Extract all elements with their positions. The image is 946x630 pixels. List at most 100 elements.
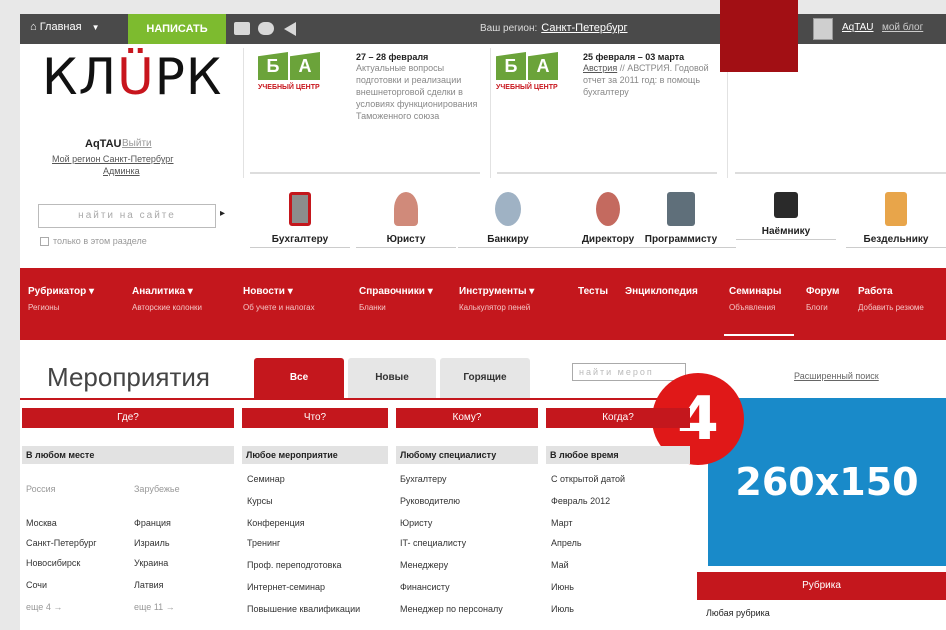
nav-selected-underline xyxy=(724,334,794,336)
search-submit-icon[interactable]: ▸ xyxy=(220,208,225,219)
promo-logo[interactable]: БА УЧЕБНЫЙ ЦЕНТР xyxy=(496,52,564,102)
tab-new[interactable]: Новые xyxy=(348,358,436,398)
list-item[interactable]: Проф. переподготовка xyxy=(247,560,342,570)
more-link[interactable]: еще 11 → xyxy=(134,602,175,612)
category-mercenary[interactable]: Наёмнику xyxy=(736,192,836,240)
nav-item-jobs[interactable]: Работа Добавить резюме xyxy=(858,286,924,312)
checkbox-label: только в этом разделе xyxy=(53,236,147,246)
site-search-input[interactable]: найти на сайте xyxy=(38,204,216,228)
advanced-search-link[interactable]: Расширенный поиск xyxy=(794,371,879,381)
avatar[interactable] xyxy=(813,18,833,40)
list-item[interactable]: Менеджер по персоналу xyxy=(400,604,503,614)
logo-clip-icon: Ü xyxy=(117,48,155,106)
nav-item-tests[interactable]: Тесты xyxy=(578,286,608,297)
chat-icon[interactable] xyxy=(258,22,274,35)
where-abroad[interactable]: Зарубежье xyxy=(134,484,180,494)
category-banker[interactable]: Банкиру xyxy=(458,192,558,248)
when-any[interactable]: В любое время xyxy=(546,446,690,464)
where-any[interactable]: В любом месте xyxy=(22,446,234,464)
list-item[interactable]: Сочи xyxy=(26,580,47,590)
what-any[interactable]: Любое мероприятие xyxy=(242,446,388,464)
account-name: AqTAU xyxy=(85,138,122,150)
category-programmer[interactable]: Программисту xyxy=(626,192,736,248)
promo-date: 27 – 28 февраля xyxy=(356,52,429,62)
tab-all[interactable]: Все xyxy=(254,358,344,398)
logout-link[interactable]: Выйти xyxy=(122,138,152,149)
list-item[interactable]: Санкт-Петербург xyxy=(26,538,97,548)
list-item[interactable]: Бухгалтеру xyxy=(400,474,446,484)
nav-item-forum[interactable]: Форум Блоги xyxy=(806,286,839,312)
list-item[interactable]: Март xyxy=(551,518,573,528)
list-item[interactable]: Семинар xyxy=(247,474,285,484)
category-idler[interactable]: Бездельнику xyxy=(846,192,946,248)
write-button[interactable]: НАПИСАТЬ xyxy=(128,14,226,44)
list-item[interactable]: Москва xyxy=(26,518,57,528)
list-item[interactable]: Франция xyxy=(134,518,171,528)
list-item[interactable]: Февраль 2012 xyxy=(551,496,610,506)
site-logo[interactable]: КЛÜРК xyxy=(42,48,222,106)
events-search-input[interactable]: найти мероп xyxy=(572,363,686,381)
list-item[interactable]: Апрель xyxy=(551,538,582,548)
list-item[interactable]: Тренинг xyxy=(247,538,280,548)
list-item[interactable]: Повышение квалификации xyxy=(247,604,360,614)
admin-link[interactable]: Админка xyxy=(103,166,140,176)
nav-item-analytics[interactable]: Аналитика ▾ Авторские колонки xyxy=(132,286,202,312)
list-item[interactable]: Июнь xyxy=(551,582,574,592)
where-russia[interactable]: Россия xyxy=(26,484,56,494)
list-item[interactable]: Май xyxy=(551,560,569,570)
nav-item-tools[interactable]: Инструменты ▾ Калькулятор пеней xyxy=(459,286,534,312)
whom-any[interactable]: Любому специалисту xyxy=(396,446,538,464)
list-item[interactable]: Юристу xyxy=(400,518,432,528)
promo-item[interactable]: 25 февраля – 03 марта Австрия // АВСТРИЯ… xyxy=(583,52,723,98)
category-accountant[interactable]: Бухгалтеру xyxy=(250,192,350,248)
logo-part: РК xyxy=(154,48,223,106)
promo-link[interactable]: Австрия xyxy=(583,63,617,73)
list-item[interactable]: Латвия xyxy=(134,580,164,590)
promo-item[interactable]: 27 – 28 февраля Актуальные вопросы подго… xyxy=(356,52,484,122)
nav-item-seminars[interactable]: Семинары Объявления xyxy=(729,286,781,312)
divider xyxy=(490,48,491,178)
column-when-header[interactable]: Когда? xyxy=(546,408,690,428)
nav-item-references[interactable]: Справочники ▾ Бланки xyxy=(359,286,433,312)
director-icon xyxy=(596,192,620,226)
list-item[interactable]: Израиль xyxy=(134,538,170,548)
list-item[interactable]: С открытой датой xyxy=(551,474,625,484)
chevron-down-icon: ▼ xyxy=(91,23,100,32)
list-item[interactable]: Интернет-семинар xyxy=(247,582,325,592)
list-item[interactable]: Менеджеру xyxy=(400,560,448,570)
promo-text: Актуальные вопросы подготовки и реализац… xyxy=(356,63,478,121)
checkbox-icon xyxy=(40,237,49,247)
region-link[interactable]: Санкт-Петербург xyxy=(541,22,627,34)
list-item[interactable]: Курсы xyxy=(247,496,273,506)
nav-item-rubricator[interactable]: Рубрикатор ▾ Регионы xyxy=(28,286,94,312)
list-item[interactable]: IT- специалисту xyxy=(400,538,466,548)
announce-icon[interactable] xyxy=(284,22,296,36)
home-menu[interactable]: ⌂ Главная ▼ xyxy=(30,21,100,33)
tab-hot[interactable]: Горящие xyxy=(440,358,530,398)
my-blog-link[interactable]: мой блог xyxy=(882,22,923,33)
top-bar: ⌂ Главная ▼ НАПИСАТЬ Ваш регион: Санкт-Пет… xyxy=(20,14,946,44)
nav-item-news[interactable]: Новости ▾ Об учете и налогах xyxy=(243,286,315,312)
banker-icon xyxy=(495,192,521,226)
list-item[interactable]: Июль xyxy=(551,604,574,614)
list-item[interactable]: Конференция xyxy=(247,518,305,528)
list-item[interactable]: Финансисту xyxy=(400,582,450,592)
monitor-icon xyxy=(667,192,695,226)
column-whom-header[interactable]: Кому? xyxy=(396,408,538,428)
nav-selected-bg xyxy=(720,0,798,72)
my-region-link[interactable]: Мой регион Санкт-Петербург xyxy=(52,154,174,164)
more-link[interactable]: еще 4 → xyxy=(26,602,62,612)
list-item[interactable]: Украина xyxy=(134,558,168,568)
column-what-header[interactable]: Что? xyxy=(242,408,388,428)
rubric-header[interactable]: Рубрика xyxy=(697,572,946,600)
list-item[interactable]: Руководителю xyxy=(400,496,460,506)
rubric-any[interactable]: Любая рубрика xyxy=(706,608,770,618)
logo-part: КЛ xyxy=(42,48,118,106)
list-item[interactable]: Новосибирск xyxy=(26,558,80,568)
user-link[interactable]: AqTAU xyxy=(842,22,874,33)
category-lawyer[interactable]: Юристу xyxy=(356,192,456,248)
nav-item-encyclopedia[interactable]: Энциклопедия xyxy=(625,286,698,297)
section-only-checkbox[interactable]: только в этом разделе xyxy=(40,236,147,247)
mail-icon[interactable] xyxy=(234,22,250,35)
column-where-header[interactable]: Где? xyxy=(22,408,234,428)
